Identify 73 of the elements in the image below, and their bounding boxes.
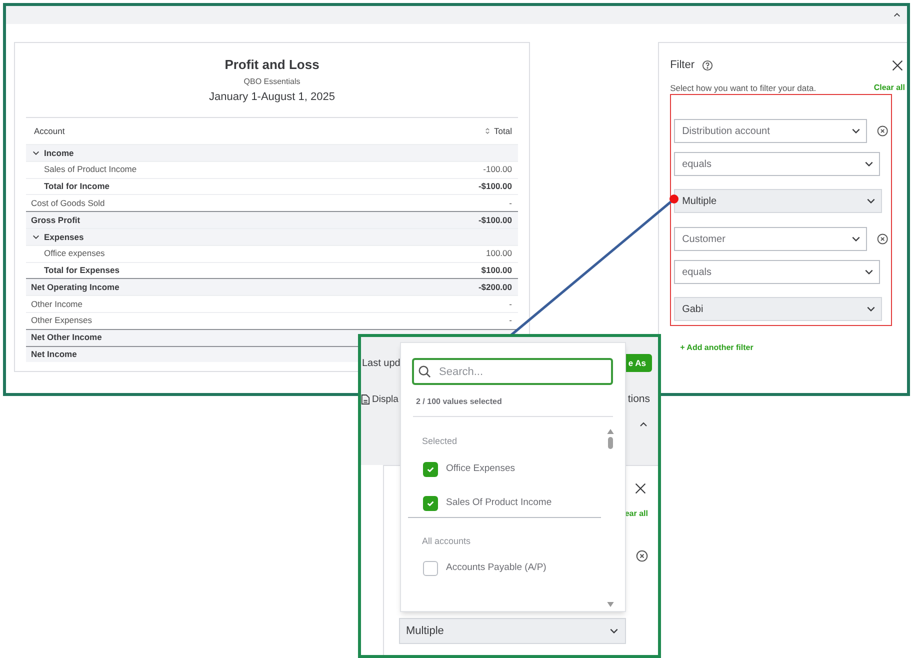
document-icon [361, 394, 370, 406]
total-value: $100.00 [481, 264, 512, 277]
account-label: Other Income [31, 298, 82, 310]
dropdown-field[interactable]: Distribution account [674, 119, 867, 144]
value-dropdown[interactable]: Multiple [399, 618, 626, 644]
clear-all-link[interactable]: Clear all [874, 82, 905, 94]
report-period: January 1-August 1, 2025 [209, 90, 335, 104]
expand-toggle[interactable] [32, 148, 40, 157]
filter-title: Filter [670, 58, 695, 73]
account-label: Gross Profit [31, 214, 80, 226]
option-label[interactable]: Sales Of Product Income [446, 496, 552, 510]
report-title: Profit and Loss [224, 56, 320, 74]
remove-icon[interactable] [876, 233, 888, 246]
add-filter-link[interactable]: + Add another filter [680, 342, 905, 354]
scroll-down-icon[interactable] [607, 602, 614, 607]
scroll-thumb[interactable] [608, 437, 613, 449]
checkbox[interactable] [423, 561, 438, 576]
account-label: Net Income [31, 348, 77, 361]
search-field[interactable]: Search... [412, 358, 613, 385]
scroll-up-icon[interactable] [607, 429, 614, 434]
chevron-up-icon [893, 11, 901, 19]
total-value: -$100.00 [478, 180, 512, 193]
dropdown-field[interactable]: equals [674, 260, 880, 284]
total-value: 100.00 [486, 247, 512, 260]
account-label: Net Other Income [31, 331, 102, 344]
group-label: Selected [422, 435, 458, 448]
option-label[interactable]: Accounts Payable (A/P) [446, 561, 546, 576]
dropdown-field[interactable]: Gabi [674, 297, 882, 322]
filter-description: Select how you want to filter your data. [670, 82, 816, 94]
total-value: - [509, 314, 512, 328]
account-label: Office expenses [44, 247, 105, 260]
checkbox[interactable] [423, 462, 438, 476]
total-value: - [509, 298, 512, 310]
account-label: Total for Income [44, 180, 110, 193]
remove-icon[interactable] [876, 125, 888, 138]
total-value: -100.00 [483, 163, 512, 176]
last-updated-text: Last upd [361, 356, 400, 370]
close-icon[interactable] [892, 60, 903, 71]
account-label: Sales of Product Income [44, 163, 137, 176]
checkmark-icon [426, 498, 435, 508]
account-label: Net Operating Income [31, 280, 120, 294]
dropdown-field[interactable]: equals [674, 152, 880, 176]
total-value: -$200.00 [478, 280, 512, 294]
account-label: Total for Expenses [44, 264, 120, 277]
remove-icon[interactable] [636, 550, 648, 562]
checkmark-icon [426, 464, 435, 474]
options-label[interactable]: tions [628, 392, 650, 408]
account-label: Cost of Goods Sold [31, 196, 105, 210]
dropdown-field[interactable]: Customer [674, 227, 867, 252]
option-label[interactable]: Office Expenses [446, 462, 516, 476]
account-label: Other Expenses [31, 314, 92, 328]
dropdown-field[interactable]: Multiple [674, 189, 882, 214]
group-label: All accounts [422, 534, 472, 548]
sort-icon[interactable] [485, 127, 490, 135]
chevron-up-icon [639, 420, 648, 429]
total-value: -$100.00 [478, 214, 512, 226]
account-label: Expenses [44, 230, 84, 244]
chevron-down-icon [32, 232, 40, 241]
close-icon[interactable] [635, 483, 646, 494]
account-label: Income [44, 146, 74, 160]
display-label[interactable]: Displa [372, 392, 398, 407]
expand-toggle[interactable] [32, 232, 40, 241]
selection-count: 2 / 100 values selected [416, 396, 503, 408]
company-name: QBO Essentials [244, 76, 300, 88]
column-header[interactable]: Account [34, 124, 65, 138]
total-value: - [509, 196, 512, 210]
search-icon [418, 365, 431, 378]
column-header[interactable]: Total [494, 124, 512, 138]
help-icon[interactable] [702, 60, 713, 71]
checkbox[interactable] [423, 496, 438, 510]
marker-dot [670, 194, 678, 204]
chevron-down-icon [609, 626, 619, 636]
chevron-down-icon [32, 148, 40, 157]
